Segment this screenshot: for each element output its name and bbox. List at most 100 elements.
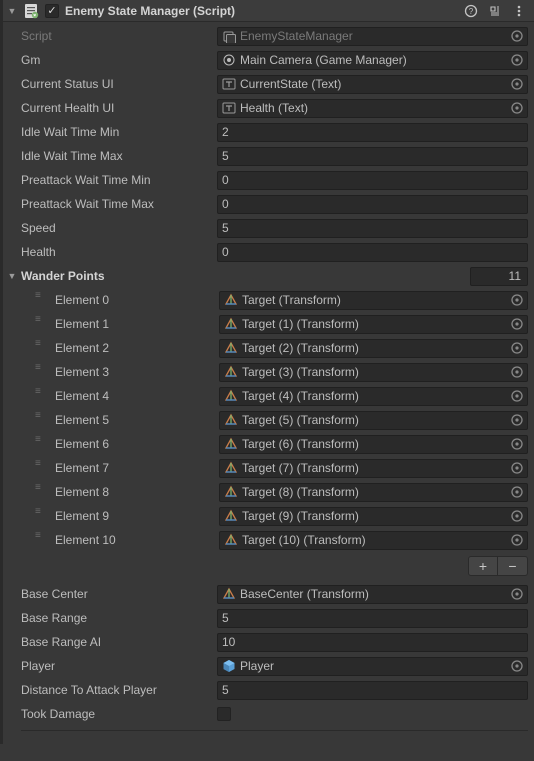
- field-player[interactable]: Player: [217, 657, 528, 676]
- field-element[interactable]: Target (2) (Transform): [219, 339, 528, 358]
- field-element[interactable]: Target (8) (Transform): [219, 483, 528, 502]
- field-base-center[interactable]: BaseCenter (Transform): [217, 585, 528, 604]
- label-preattack-wait-min: Preattack Wait Time Min: [21, 173, 213, 187]
- field-speed[interactable]: [217, 219, 528, 238]
- field-element[interactable]: Target (7) (Transform): [219, 459, 528, 478]
- field-element[interactable]: Target (Transform): [219, 291, 528, 310]
- field-element[interactable]: Target (1) (Transform): [219, 315, 528, 334]
- svg-text:?: ?: [469, 7, 474, 16]
- picker-element[interactable]: [509, 532, 525, 548]
- drag-handle-icon[interactable]: ≡: [35, 413, 49, 427]
- field-base-range[interactable]: [217, 609, 528, 628]
- array-element: ≡Element 8Target (8) (Transform): [21, 480, 528, 504]
- field-element[interactable]: Target (10) (Transform): [219, 531, 528, 550]
- transform-icon: [224, 341, 238, 355]
- value-element: Target (2) (Transform): [242, 341, 359, 355]
- array-element: ≡ Element 0 Target (Transform): [21, 288, 528, 312]
- field-element[interactable]: Target (9) (Transform): [219, 507, 528, 526]
- field-current-status-ui[interactable]: CurrentState (Text): [217, 75, 528, 94]
- preset-button[interactable]: [486, 2, 504, 20]
- field-element[interactable]: Target (3) (Transform): [219, 363, 528, 382]
- input-preattack-wait-max[interactable]: [222, 197, 525, 211]
- row-preattack-wait-max: Preattack Wait Time Max: [21, 192, 528, 216]
- picker-element[interactable]: [509, 340, 525, 356]
- foldout-wander-points[interactable]: ▼: [7, 271, 17, 281]
- input-base-range-ai[interactable]: [222, 635, 525, 649]
- picker-element[interactable]: [509, 412, 525, 428]
- foldout-toggle[interactable]: ▼: [7, 6, 17, 16]
- field-idle-wait-min[interactable]: [217, 123, 528, 142]
- transform-icon: [224, 461, 238, 475]
- field-preattack-wait-min[interactable]: [217, 171, 528, 190]
- drag-handle-icon[interactable]: ≡: [35, 293, 49, 307]
- field-element[interactable]: Target (4) (Transform): [219, 387, 528, 406]
- row-base-range: Base Range: [21, 606, 528, 630]
- checkbox-took-damage[interactable]: ✓: [217, 707, 231, 721]
- array-add-button[interactable]: +: [468, 556, 498, 576]
- transform-icon: [224, 509, 238, 523]
- picker-current-health-ui[interactable]: [509, 100, 525, 116]
- field-element[interactable]: Target (6) (Transform): [219, 435, 528, 454]
- picker-player[interactable]: [509, 658, 525, 674]
- picker-element[interactable]: [509, 508, 525, 524]
- field-gm[interactable]: Main Camera (Game Manager): [217, 51, 528, 70]
- picker-element[interactable]: [509, 292, 525, 308]
- drag-handle-icon[interactable]: ≡: [35, 509, 49, 523]
- row-distance-attack: Distance To Attack Player: [21, 678, 528, 702]
- picker-element[interactable]: [509, 484, 525, 500]
- field-distance-attack[interactable]: [217, 681, 528, 700]
- picker-element[interactable]: [509, 388, 525, 404]
- input-preattack-wait-min[interactable]: [222, 173, 525, 187]
- value-element: Target (10) (Transform): [242, 533, 366, 547]
- picker-element[interactable]: [509, 364, 525, 380]
- input-idle-wait-min[interactable]: [222, 125, 525, 139]
- input-base-range[interactable]: [222, 611, 525, 625]
- field-element[interactable]: Target (5) (Transform): [219, 411, 528, 430]
- input-health[interactable]: [222, 245, 525, 259]
- enabled-checkbox[interactable]: ✓: [45, 4, 59, 18]
- context-menu-button[interactable]: [510, 2, 528, 20]
- value-gm: Main Camera (Game Manager): [240, 53, 407, 67]
- picker-script[interactable]: [509, 28, 525, 44]
- array-header-wander-points: ▼ Wander Points 11: [21, 264, 528, 288]
- input-speed[interactable]: [222, 221, 525, 235]
- field-base-range-ai[interactable]: [217, 633, 528, 652]
- drag-handle-icon[interactable]: ≡: [35, 437, 49, 451]
- value-element: Target (Transform): [242, 293, 341, 307]
- label-took-damage: Took Damage: [21, 707, 213, 721]
- row-base-range-ai: Base Range AI: [21, 630, 528, 654]
- picker-gm[interactable]: [509, 52, 525, 68]
- row-idle-wait-min: Idle Wait Time Min: [21, 120, 528, 144]
- drag-handle-icon[interactable]: ≡: [35, 341, 49, 355]
- element-label: Element 4: [55, 389, 213, 403]
- drag-handle-icon[interactable]: ≡: [35, 317, 49, 331]
- element-label: Element 9: [55, 509, 213, 523]
- field-idle-wait-max[interactable]: [217, 147, 528, 166]
- label-preattack-wait-max: Preattack Wait Time Max: [21, 197, 213, 211]
- picker-element[interactable]: [509, 460, 525, 476]
- row-base-center: Base Center BaseCenter (Transform): [21, 582, 528, 606]
- label-current-health-ui: Current Health UI: [21, 101, 213, 115]
- label-speed: Speed: [21, 221, 213, 235]
- drag-handle-icon[interactable]: ≡: [35, 533, 49, 547]
- picker-base-center[interactable]: [509, 586, 525, 602]
- input-distance-attack[interactable]: [222, 683, 525, 697]
- value-element: Target (3) (Transform): [242, 365, 359, 379]
- drag-handle-icon[interactable]: ≡: [35, 389, 49, 403]
- input-idle-wait-max[interactable]: [222, 149, 525, 163]
- field-health[interactable]: [217, 243, 528, 262]
- element-label: Element 1: [55, 317, 213, 331]
- element-label: Element 0: [55, 293, 213, 307]
- value-script: EnemyStateManager: [240, 29, 353, 43]
- field-preattack-wait-max[interactable]: [217, 195, 528, 214]
- drag-handle-icon[interactable]: ≡: [35, 365, 49, 379]
- picker-element[interactable]: [509, 316, 525, 332]
- picker-current-status-ui[interactable]: [509, 76, 525, 92]
- field-current-health-ui[interactable]: Health (Text): [217, 99, 528, 118]
- array-remove-button[interactable]: −: [498, 556, 528, 576]
- drag-handle-icon[interactable]: ≡: [35, 485, 49, 499]
- count-wander-points[interactable]: 11: [470, 267, 528, 286]
- picker-element[interactable]: [509, 436, 525, 452]
- help-button[interactable]: ?: [462, 2, 480, 20]
- drag-handle-icon[interactable]: ≡: [35, 461, 49, 475]
